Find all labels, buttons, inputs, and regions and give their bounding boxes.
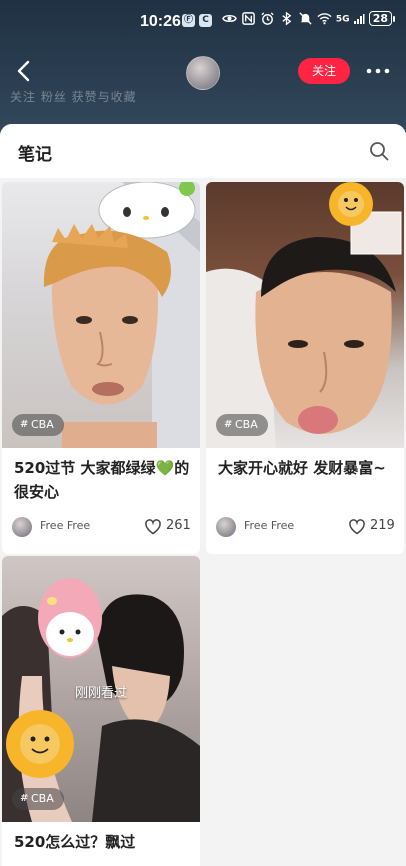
note-title[interactable]: 520过节 大家都绿绿💚的很安心	[14, 456, 192, 504]
note-card[interactable]: # CBA 大家开心就好 发财暴富~ Free Free 219	[206, 182, 404, 554]
hashtag-icon: #	[20, 419, 27, 430]
status-notification-badges: Ⓕ C	[182, 14, 212, 27]
profile-stats-tabs: 关注 粉丝 获赞与收藏	[10, 90, 137, 104]
app-badge-icon: Ⓕ	[182, 14, 195, 27]
note-title[interactable]: 大家开心就好 发财暴富~	[218, 456, 396, 480]
search-icon[interactable]	[368, 140, 390, 162]
tag-label: CBA	[234, 418, 258, 431]
wifi-icon	[317, 13, 332, 25]
more-options-icon[interactable]	[364, 62, 392, 80]
follow-button[interactable]: 关注	[298, 58, 350, 84]
note-cover-image[interactable]: # CBA	[206, 182, 404, 448]
like-count: 261	[166, 518, 191, 533]
status-bar: 10:26 Ⓕ C 5G 28	[0, 0, 406, 44]
note-card[interactable]: # CBA 520过节 大家都绿绿💚的很安心 Free Free 261	[2, 182, 200, 554]
viewed-overlay-label: 刚刚看过	[74, 686, 127, 701]
note-card[interactable]: 刚刚看过 # CBA 520怎么过？飘过	[2, 556, 200, 866]
topic-tag[interactable]: # CBA	[12, 788, 64, 810]
notes-sheet: 笔记 # CBA 520过节 大家都绿绿💚的很安心 Free Free 261 …	[0, 124, 406, 866]
cover-photo-illustration	[43, 182, 200, 448]
profile-avatar[interactable]	[186, 56, 220, 90]
note-meta: Free Free 261	[12, 516, 192, 538]
author-avatar[interactable]	[12, 517, 32, 537]
status-icons: 5G 28	[222, 11, 396, 26]
topic-tag[interactable]: # CBA	[12, 414, 64, 436]
heart-icon[interactable]	[144, 518, 162, 536]
author-name[interactable]: Free Free	[244, 519, 294, 532]
app-badge-icon: C	[199, 14, 212, 27]
author-name[interactable]: Free Free	[40, 519, 90, 532]
heart-icon[interactable]	[348, 518, 366, 536]
network-type: 5G	[335, 14, 350, 24]
mute-icon	[299, 12, 312, 25]
tag-label: CBA	[30, 792, 54, 805]
notes-header: 笔记	[0, 124, 406, 178]
signal-5g-icon: 5G	[336, 13, 365, 25]
like-count: 219	[370, 518, 395, 533]
alarm-icon	[261, 12, 274, 25]
note-meta: Free Free 219	[216, 516, 396, 538]
status-time: 10:26	[140, 13, 181, 30]
eye-icon	[222, 14, 237, 23]
bluetooth-icon	[282, 11, 292, 26]
battery-icon: 28	[368, 11, 396, 26]
notes-section-title: 笔记	[18, 145, 52, 165]
topic-tag[interactable]: # CBA	[216, 414, 268, 436]
nfc-icon	[242, 12, 255, 25]
note-cover-image[interactable]: 刚刚看过 # CBA	[2, 556, 200, 822]
note-cover-image[interactable]: # CBA	[2, 182, 200, 448]
back-arrow-icon[interactable]	[12, 58, 38, 84]
hashtag-icon: #	[20, 793, 27, 804]
hashtag-icon: #	[224, 419, 231, 430]
tag-label: CBA	[30, 418, 54, 431]
cover-photo-illustration	[206, 182, 402, 448]
author-avatar[interactable]	[216, 517, 236, 537]
note-title[interactable]: 520怎么过？飘过	[14, 830, 192, 854]
